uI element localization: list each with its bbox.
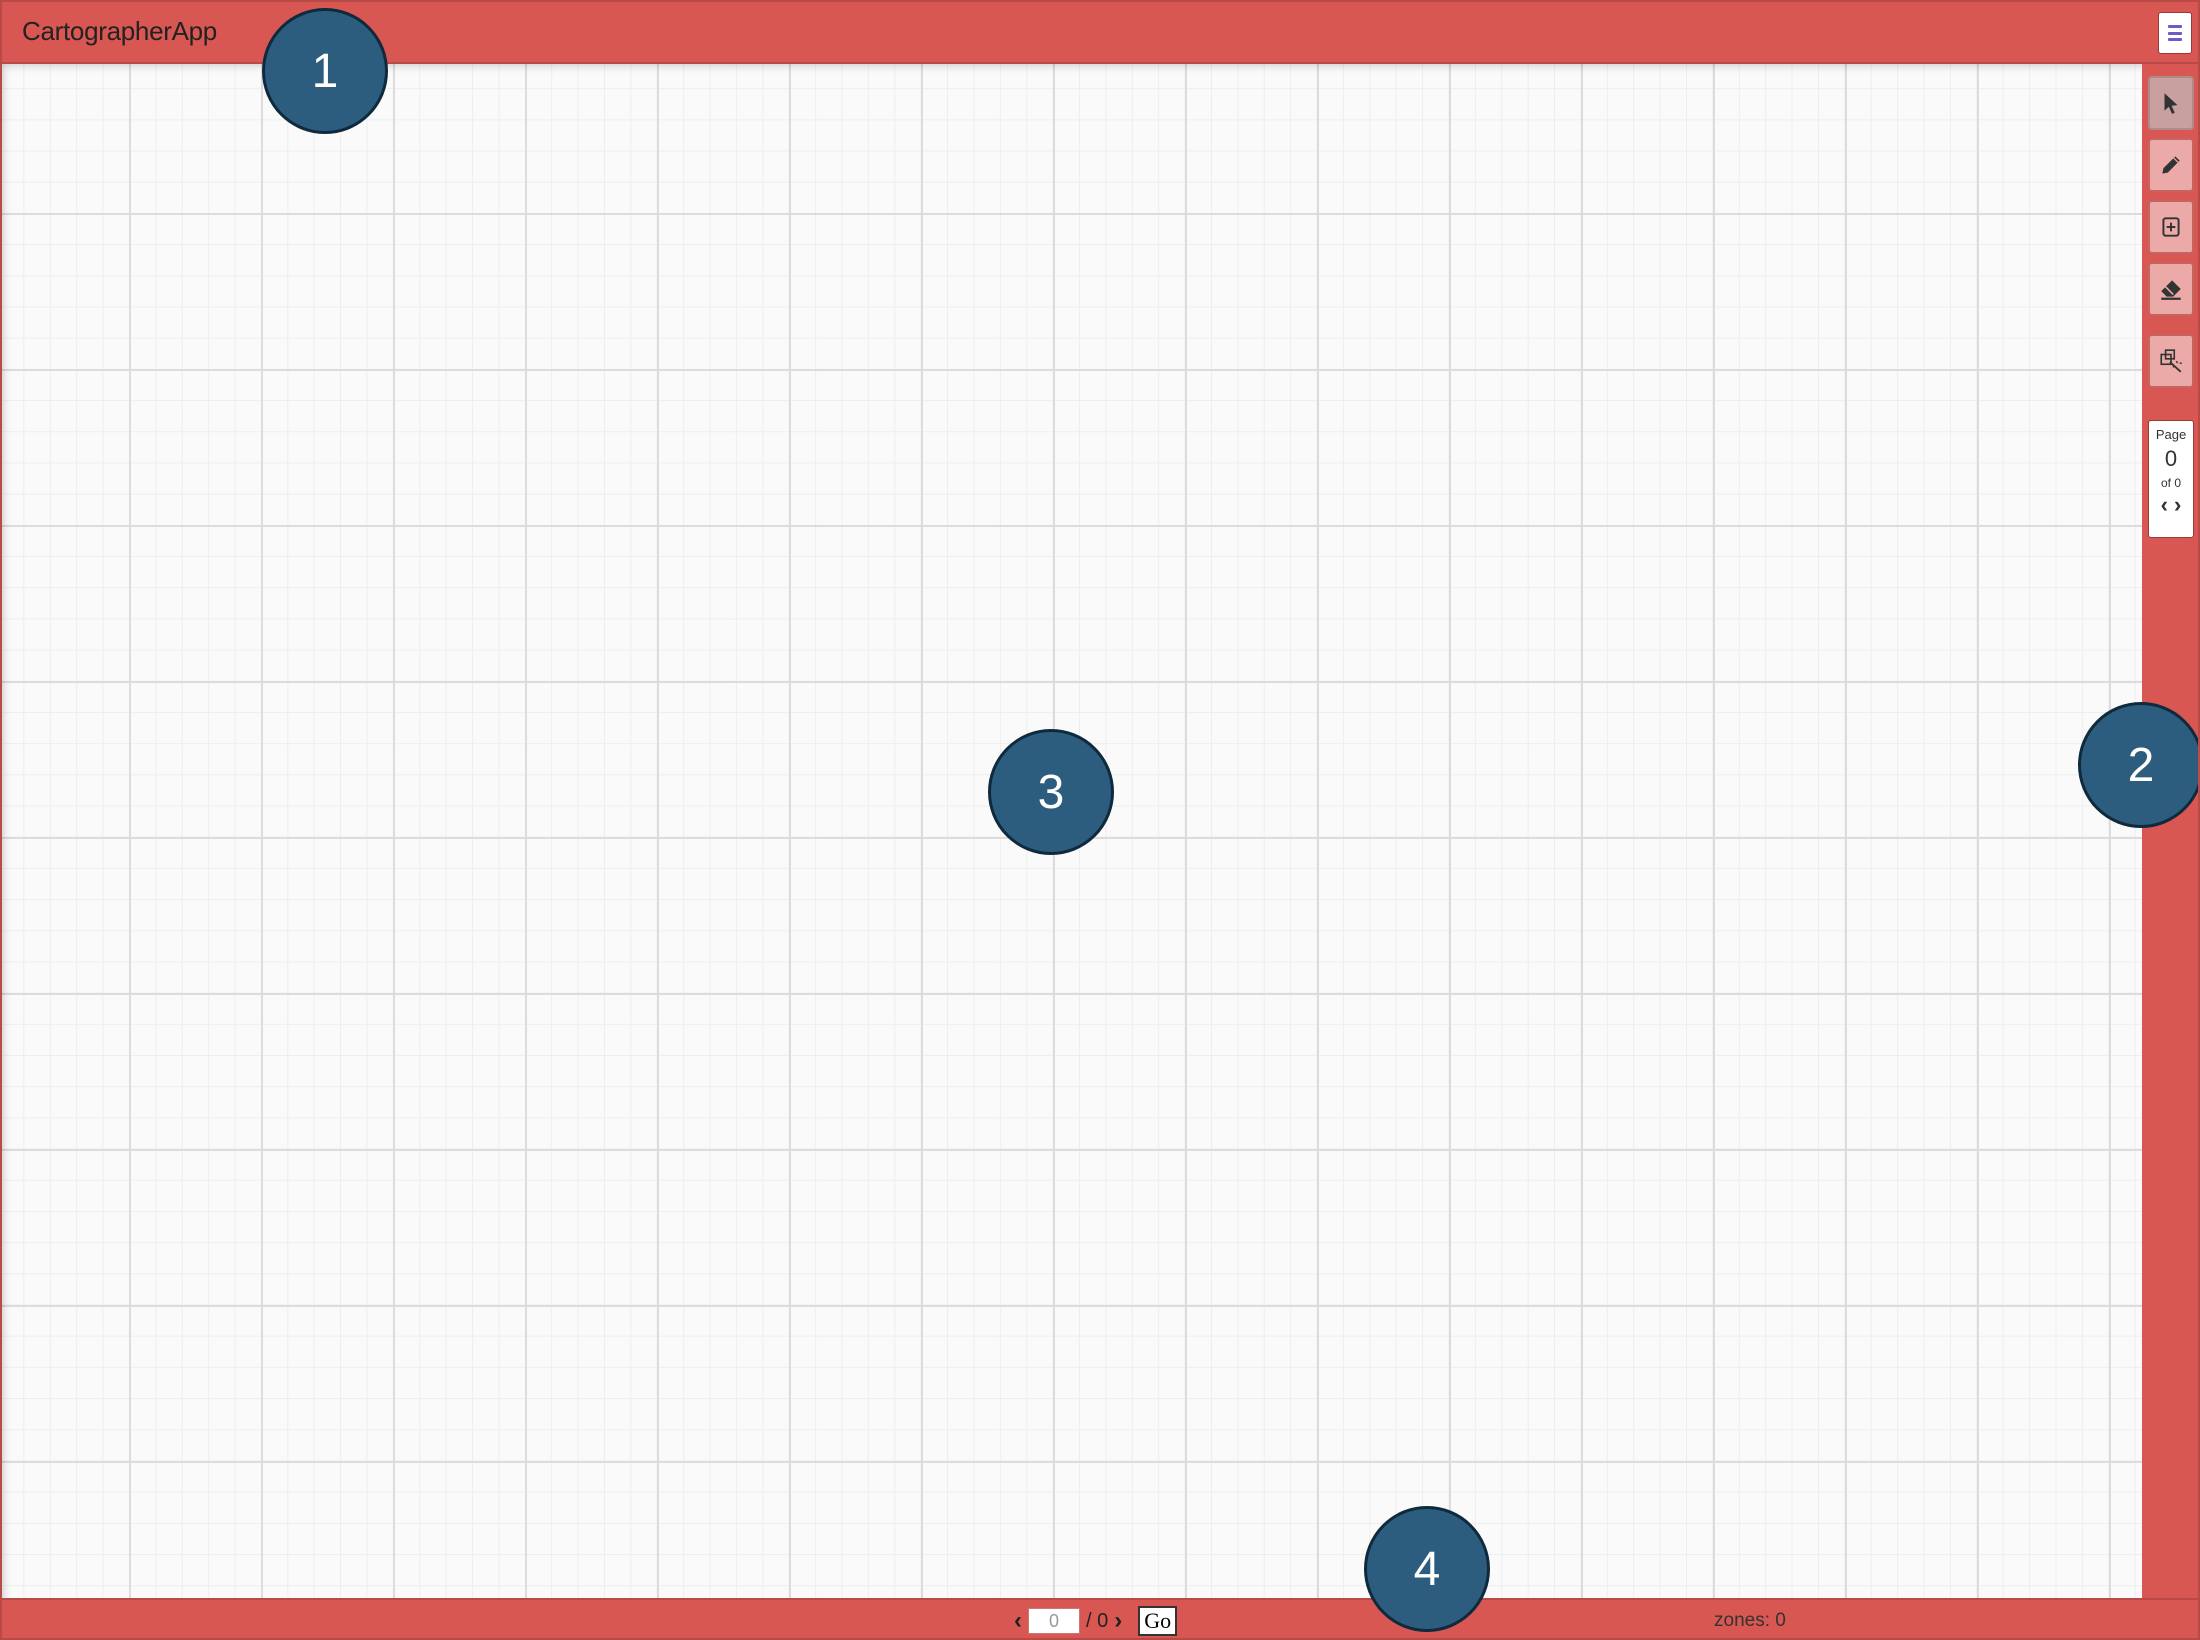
tool-sidebar: Page 0 of 0 ‹ › — [2142, 64, 2198, 1598]
pencil-icon — [2162, 156, 2180, 174]
page-count-label: of 0 — [2160, 476, 2181, 490]
page-navigator: Page 0 of 0 ‹ › — [2148, 420, 2194, 538]
previous-page-button[interactable]: ‹ — [2161, 494, 2168, 516]
go-button[interactable]: Go — [1138, 1606, 1178, 1636]
page-total-label: / 0 — [1086, 1609, 1109, 1632]
eraser-icon — [2161, 280, 2181, 300]
zones-count: zones: 0 — [1714, 1610, 1786, 1631]
hamburger-menu-button[interactable] — [2158, 12, 2192, 54]
footer-next-page-button[interactable]: › — [1114, 1609, 1122, 1633]
app-title: CartographerApp — [22, 16, 217, 46]
bottom-bar: ‹ / 0 › Go zones: 0 — [2, 1598, 2198, 1638]
footer-pager: ‹ / 0 › Go — [1014, 1606, 1178, 1636]
annotation-badge-3: 3 — [988, 729, 1114, 855]
current-page-number: 0 — [2164, 446, 2178, 471]
add-zone-tool-button[interactable] — [2148, 200, 2194, 254]
erase-tool-button[interactable] — [2148, 262, 2194, 316]
next-page-button[interactable]: › — [2174, 494, 2181, 516]
annotation-badge-1: 1 — [262, 8, 388, 134]
lasso-wand-icon — [2160, 349, 2182, 373]
pointer-arrow-icon — [2164, 93, 2178, 114]
annotation-badge-4: 4 — [1364, 1506, 1490, 1632]
hamburger-icon — [2168, 25, 2182, 41]
app-window: CartographerApp Page 0 of 0 ‹ › ‹ 0 / 0 … — [0, 0, 2200, 1640]
select-tool-button[interactable] — [2148, 76, 2194, 130]
plus-square-icon — [2162, 217, 2180, 237]
page-number-input[interactable] — [1028, 1608, 1080, 1634]
draw-tool-button[interactable] — [2148, 138, 2194, 192]
footer-prev-page-button[interactable]: ‹ — [1014, 1609, 1022, 1633]
page-nav-arrows: ‹ › — [2149, 494, 2193, 516]
annotation-badge-2: 2 — [2078, 702, 2198, 828]
magic-select-tool-button[interactable] — [2148, 334, 2194, 388]
page-label: Page — [2155, 427, 2187, 442]
